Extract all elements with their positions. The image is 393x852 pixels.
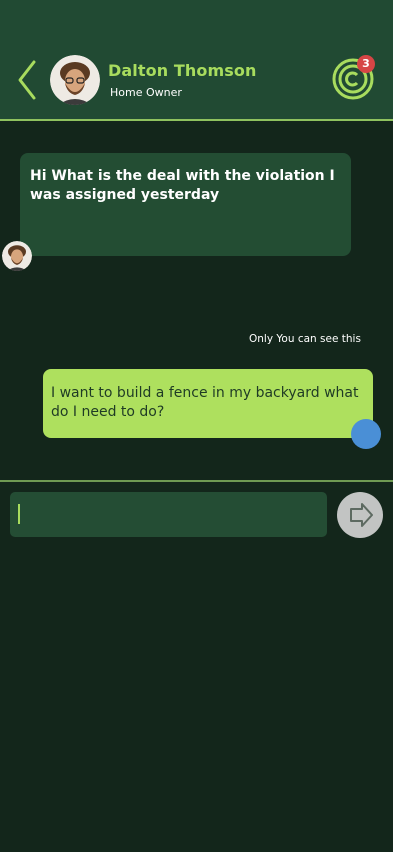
header-divider (0, 119, 393, 121)
person-avatar-icon (2, 241, 32, 271)
person-avatar-icon (50, 55, 100, 105)
notification-badge: 3 (357, 55, 375, 73)
composer-divider (0, 480, 393, 482)
back-button[interactable] (14, 58, 42, 102)
sender-avatar (2, 241, 32, 271)
send-button[interactable] (337, 492, 383, 538)
send-arrow-icon (350, 503, 373, 527)
text-caret (18, 504, 20, 524)
privacy-note: Only You can see this (249, 333, 361, 345)
contact-role: Home Owner (110, 86, 182, 99)
message-input[interactable] (10, 492, 327, 537)
incoming-message: Hi What is the deal with the violation I… (20, 153, 351, 256)
contact-avatar[interactable] (50, 55, 100, 105)
contact-name: Dalton Thomson (108, 61, 257, 80)
outgoing-message: I want to build a fence in my backyard w… (43, 369, 373, 438)
chevron-left-icon (18, 60, 36, 100)
message-status-dot (351, 419, 381, 449)
